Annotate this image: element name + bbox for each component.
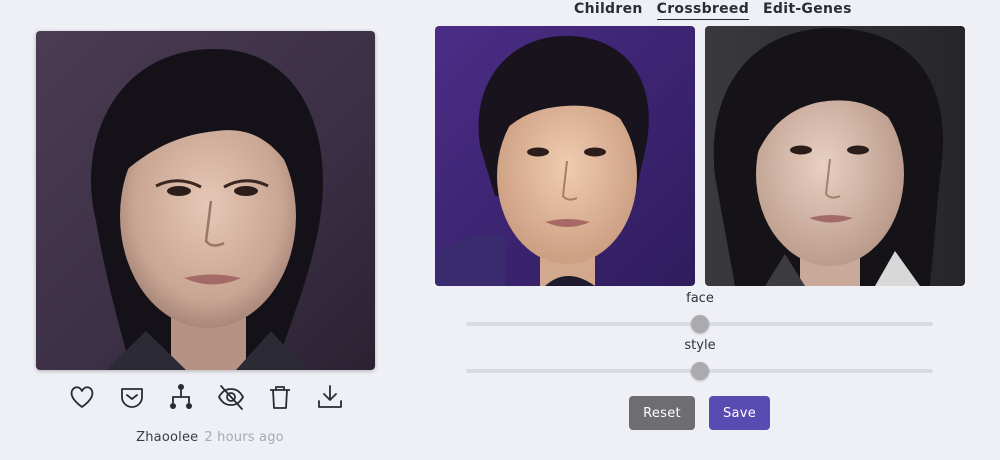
result-image[interactable] [36, 31, 375, 370]
download-icon[interactable] [314, 381, 346, 413]
author-name[interactable]: Zhaoolee [136, 430, 198, 445]
heart-icon[interactable] [66, 381, 98, 413]
eye-off-icon[interactable] [215, 381, 247, 413]
mode-tabs: Children Crossbreed Edit-Genes [574, 0, 852, 22]
save-button[interactable]: Save [709, 396, 770, 430]
tab-children[interactable]: Children [574, 0, 643, 20]
parent-image-a[interactable] [435, 26, 695, 286]
result-meta: Zhaoolee 2 hours ago [0, 430, 420, 445]
pocket-save-icon[interactable] [116, 381, 148, 413]
style-slider[interactable] [466, 362, 933, 380]
parent-image-b[interactable] [705, 26, 965, 286]
trash-icon[interactable] [264, 381, 296, 413]
face-slider-thumb[interactable] [690, 315, 709, 333]
style-slider-label: style [684, 338, 716, 353]
family-tree-icon[interactable] [165, 381, 197, 413]
result-actions [66, 380, 346, 414]
style-slider-thumb[interactable] [690, 362, 709, 380]
tab-edit-genes[interactable]: Edit-Genes [763, 0, 852, 20]
face-slider-label: face [686, 291, 714, 306]
face-slider[interactable] [466, 315, 933, 333]
timestamp: 2 hours ago [204, 430, 284, 445]
tab-crossbreed[interactable]: Crossbreed [656, 0, 750, 20]
reset-button[interactable]: Reset [629, 396, 695, 430]
